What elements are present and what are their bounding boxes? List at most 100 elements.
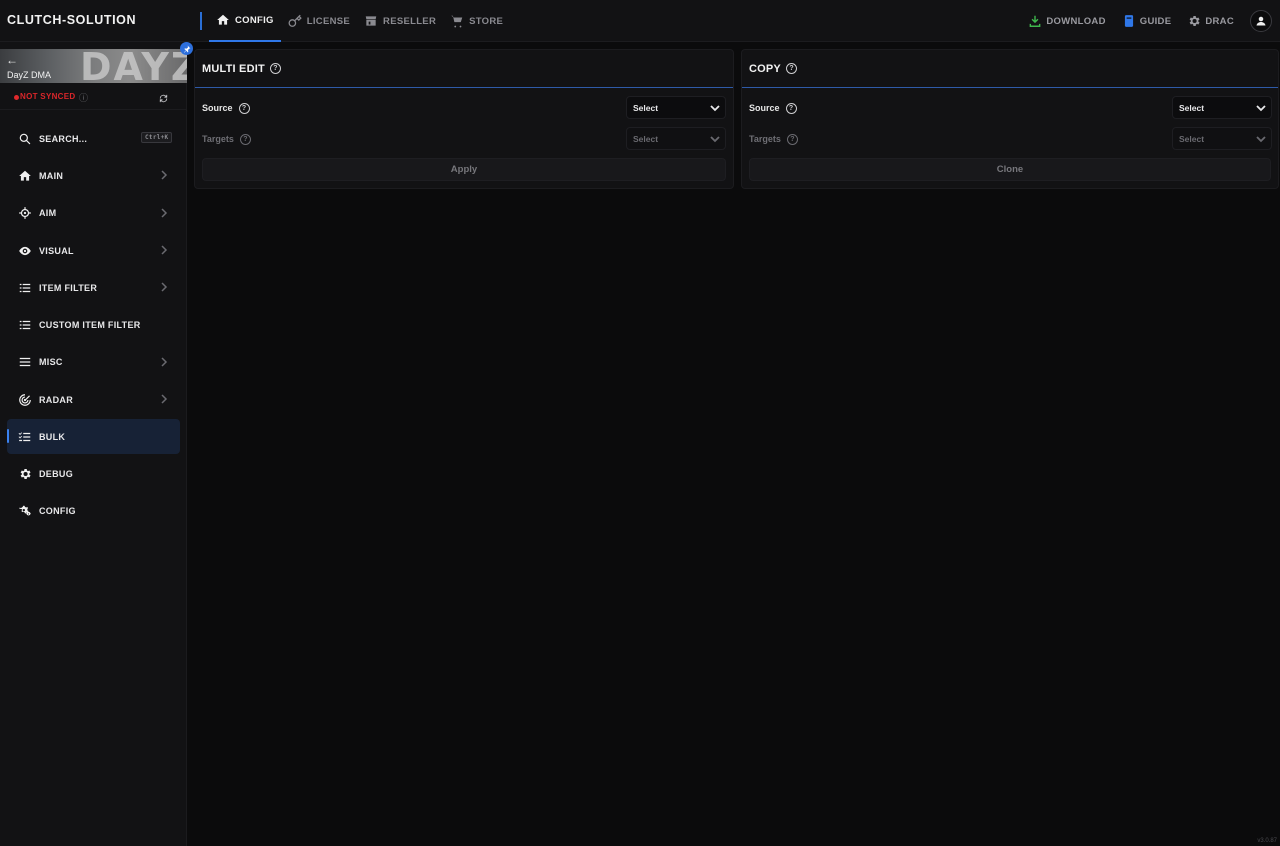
sidebar-search[interactable]: SEARCH... Ctrl+K (0, 120, 187, 157)
sidebar-menu: SEARCH... Ctrl+K MAIN AIM VISUAL ITEM FI… (0, 120, 187, 530)
chevron-right-icon (160, 394, 168, 404)
cart-icon (451, 15, 463, 28)
chevron-down-icon (1256, 105, 1266, 112)
sidebar-item-label: MAIN (39, 170, 64, 181)
multi-edit-targets-select[interactable]: Select (626, 127, 726, 150)
multi-edit-targets-row: Targets ? (202, 127, 251, 151)
copy-targets-value: Select (1179, 133, 1205, 144)
tab-license-label: LICENSE (306, 15, 351, 27)
brand-divider (200, 12, 202, 30)
chevron-right-icon (160, 245, 168, 255)
radar-icon (17, 392, 32, 407)
clone-button[interactable]: Clone (749, 158, 1271, 181)
sidebar-divider (0, 109, 187, 110)
sidebar-item-label: VISUAL (39, 245, 74, 256)
sidebar-item-bulk[interactable]: BULK (7, 419, 180, 455)
copy-source-select[interactable]: Select (1172, 96, 1272, 119)
tab-config[interactable]: CONFIG (209, 0, 281, 42)
right-nav: DOWNLOAD GUIDE DRAC (1028, 0, 1272, 42)
back-arrow-icon[interactable]: ← (6, 53, 18, 67)
help-icon[interactable]: ? (785, 102, 797, 114)
gear-icon (1189, 16, 1200, 26)
multi-edit-header: MULTI EDIT ? (195, 50, 733, 88)
sidebar-item-misc[interactable]: MISC (0, 344, 187, 381)
help-icon[interactable]: ? (785, 63, 797, 74)
copy-header: COPY ? (742, 50, 1278, 88)
home-icon (17, 168, 32, 183)
gear-icon (17, 467, 32, 482)
eye-icon (17, 243, 32, 258)
sidebar-item-label: MISC (39, 357, 63, 368)
user-icon (1256, 16, 1266, 26)
download-link[interactable]: DOWNLOAD (1028, 14, 1105, 28)
chevron-right-icon (160, 282, 168, 292)
copy-source-value: Select (1179, 102, 1205, 113)
copy-panel: COPY ? Source ? Select Targets ? Select … (741, 49, 1279, 189)
list-icon (17, 280, 32, 295)
tab-license[interactable]: LICENSE (281, 0, 357, 42)
info-icon[interactable]: ⓘ (79, 91, 88, 104)
download-label: DOWNLOAD (1046, 15, 1106, 27)
user-settings-link[interactable]: DRAC (1187, 14, 1234, 28)
top-bar: CLUTCH-SOLUTION CONFIG LICENSE RESELLER … (0, 0, 1280, 42)
avatar[interactable] (1250, 10, 1272, 32)
guide-link[interactable]: GUIDE (1122, 14, 1172, 28)
tab-store-label: STORE (469, 15, 504, 27)
user-name: DRAC (1205, 15, 1234, 27)
pin-icon[interactable] (180, 42, 193, 55)
menu-icon (17, 355, 32, 370)
gears-icon (17, 504, 32, 519)
copy-targets-select[interactable]: Select (1172, 127, 1272, 150)
sync-status-row: NOT SYNCED ⓘ (0, 91, 187, 109)
book-icon (1124, 15, 1133, 27)
sync-status-dot (14, 95, 19, 100)
multi-edit-source-label: Source (202, 103, 233, 113)
sidebar-item-custom-item-filter[interactable]: CUSTOM ITEM FILTER (0, 306, 187, 343)
sidebar-item-label: RADAR (39, 394, 73, 405)
help-icon[interactable]: ? (269, 63, 281, 74)
copy-source-label: Source (749, 103, 780, 113)
apply-button[interactable]: Apply (202, 158, 726, 181)
sidebar-item-label: CUSTOM ITEM FILTER (39, 320, 141, 331)
sidebar-item-item-filter[interactable]: ITEM FILTER (0, 269, 187, 306)
sidebar-item-label: AIM (39, 208, 57, 219)
help-icon[interactable]: ? (238, 102, 250, 114)
multi-edit-source-value: Select (633, 102, 659, 113)
search-icon (17, 131, 32, 146)
sidebar-item-debug[interactable]: DEBUG (0, 455, 187, 492)
chevron-down-icon (710, 136, 720, 143)
sidebar: DAYZ ← DayZ DMA NOT SYNCED ⓘ SEARCH... C… (0, 42, 187, 846)
tab-reseller[interactable]: RESELLER (357, 0, 443, 42)
multi-edit-targets-label: Targets (202, 134, 234, 144)
brand-logo: CLUTCH-SOLUTION (7, 13, 137, 27)
crosshair-icon (17, 206, 32, 221)
game-banner[interactable]: DAYZ ← DayZ DMA (0, 49, 187, 83)
sidebar-item-visual[interactable]: VISUAL (0, 232, 187, 269)
sidebar-item-config[interactable]: CONFIG (0, 493, 187, 530)
help-icon[interactable]: ? (239, 133, 251, 145)
sidebar-item-label: BULK (39, 431, 66, 442)
copy-title: COPY (749, 62, 781, 75)
sidebar-item-aim[interactable]: AIM (0, 195, 187, 232)
chevron-right-icon (160, 208, 168, 218)
tab-store[interactable]: STORE (443, 0, 510, 42)
multi-edit-panel: MULTI EDIT ? Source ? Select Targets ? S… (194, 49, 734, 189)
download-icon (1029, 15, 1041, 27)
multi-edit-source-row: Source ? (202, 96, 250, 120)
list-icon (17, 318, 32, 333)
sidebar-item-radar[interactable]: RADAR (0, 381, 187, 418)
help-icon[interactable]: ? (786, 133, 798, 145)
sidebar-item-main[interactable]: MAIN (0, 157, 187, 194)
tab-reseller-label: RESELLER (383, 15, 437, 27)
chevron-right-icon (160, 170, 168, 180)
sidebar-search-label: SEARCH... (39, 133, 88, 144)
copy-targets-label: Targets (749, 134, 781, 144)
game-logo: DAYZ (80, 49, 187, 83)
multi-edit-source-select[interactable]: Select (626, 96, 726, 119)
search-shortcut: Ctrl+K (141, 132, 173, 143)
multi-edit-targets-value: Select (633, 133, 659, 144)
chevron-down-icon (710, 105, 720, 112)
refresh-icon[interactable] (158, 91, 170, 103)
multi-edit-title: MULTI EDIT (202, 62, 265, 75)
tab-config-label: CONFIG (235, 14, 274, 26)
